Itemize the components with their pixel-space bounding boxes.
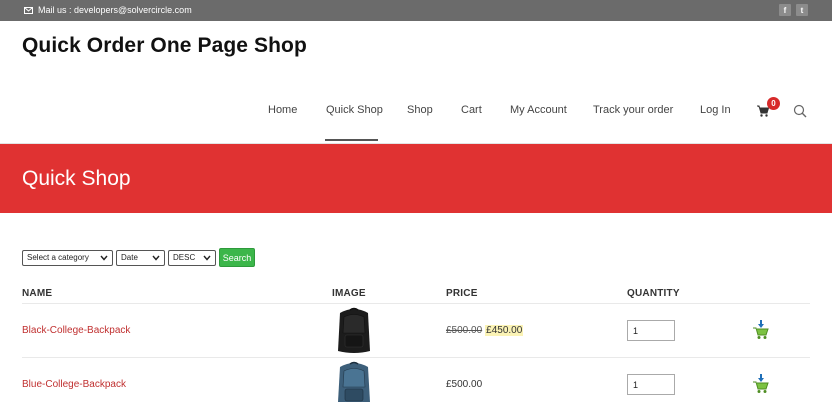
product-name-link[interactable]: Black-College-Backpack — [22, 325, 130, 336]
regular-price: £500.00 — [446, 379, 483, 390]
twitter-icon[interactable]: t — [796, 4, 808, 16]
search-icon[interactable] — [793, 104, 807, 118]
product-name-link[interactable]: Blue-College-Backpack — [22, 379, 126, 390]
nav-active-indicator — [325, 139, 378, 141]
sort-select[interactable]: Date — [116, 249, 165, 266]
facebook-icon[interactable]: f — [779, 4, 791, 16]
black-backpack-image[interactable] — [332, 307, 376, 354]
mail-label: Mail us : developers@solvercircle.com — [38, 5, 192, 15]
column-header-name: NAME — [22, 288, 53, 299]
original-price: £500.00 — [446, 325, 483, 336]
nav-shop[interactable]: Shop — [407, 104, 433, 116]
product-price: £500.00 £450.00 — [446, 325, 524, 336]
column-header-image: IMAGE — [332, 288, 366, 299]
order-select-value: DESC — [173, 253, 196, 262]
category-select[interactable]: Select a category — [22, 249, 113, 266]
table-divider — [22, 357, 810, 358]
nav-my-account[interactable]: My Account — [510, 104, 567, 116]
social-links: f t — [779, 4, 808, 16]
blue-backpack-image[interactable] — [332, 361, 376, 402]
chevron-down-icon — [152, 255, 160, 261]
top-bar: Mail us : developers@solvercircle.com f … — [0, 0, 832, 21]
chevron-down-icon — [203, 255, 211, 261]
search-button[interactable]: Search — [219, 248, 255, 267]
site-title[interactable]: Quick Order One Page Shop — [22, 34, 307, 58]
add-to-cart-icon[interactable] — [752, 374, 770, 394]
nav-cart[interactable]: Cart — [461, 104, 482, 116]
page-title: Quick Shop — [22, 167, 131, 190]
mail-info: Mail us : developers@solvercircle.com — [24, 4, 192, 16]
mail-icon — [24, 6, 33, 14]
quantity-input[interactable] — [627, 374, 675, 395]
add-to-cart-icon[interactable] — [752, 320, 770, 340]
order-select[interactable]: DESC — [168, 249, 216, 266]
product-price: £500.00 — [446, 379, 482, 390]
category-select-value: Select a category — [27, 253, 89, 262]
nav-home[interactable]: Home — [268, 104, 297, 116]
sale-price: £450.00 — [485, 325, 524, 336]
sort-select-value: Date — [121, 253, 138, 262]
column-header-quantity: QUANTITY — [627, 288, 680, 299]
chevron-down-icon — [100, 255, 108, 261]
nav-track-order[interactable]: Track your order — [593, 104, 673, 116]
quantity-input[interactable] — [627, 320, 675, 341]
nav-log-in[interactable]: Log In — [700, 104, 731, 116]
filter-bar: Select a category Date DESC Search — [22, 248, 255, 267]
nav-quick-shop[interactable]: Quick Shop — [326, 104, 383, 116]
cart-count-badge: 0 — [767, 97, 780, 110]
column-header-price: PRICE — [446, 288, 478, 299]
table-divider — [22, 303, 810, 304]
main-nav: Home Quick Shop Shop Cart My Account Tra… — [0, 97, 832, 144]
page-banner: Quick Shop — [0, 144, 832, 213]
